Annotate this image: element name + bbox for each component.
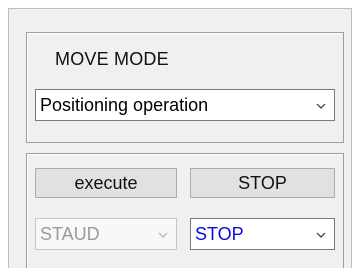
staud-selected-value: STAUD [40, 224, 100, 244]
move-mode-dropdown[interactable]: Positioning operation [35, 89, 335, 121]
stop-button[interactable]: STOP [190, 168, 335, 198]
move-mode-selected-value: Positioning operation [40, 95, 209, 115]
execute-group: execute STOP STAUD STOP [26, 153, 344, 268]
chevron-down-icon [316, 103, 326, 109]
staud-dropdown: STAUD [35, 218, 177, 250]
stop-selected-value: STOP [195, 224, 244, 244]
chevron-down-icon [158, 232, 168, 238]
execute-button[interactable]: execute [35, 168, 177, 198]
move-mode-group: MOVE MODE Positioning operation [26, 32, 344, 143]
move-mode-title: MOVE MODE [55, 49, 169, 69]
chevron-down-icon [316, 232, 326, 238]
stop-dropdown[interactable]: STOP [190, 218, 335, 250]
